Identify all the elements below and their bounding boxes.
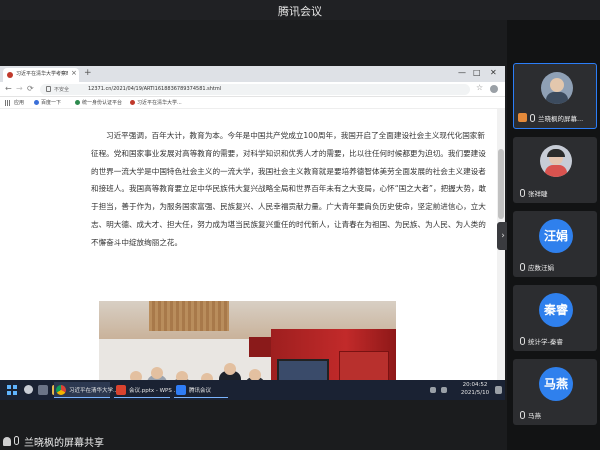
article-paragraph: 习近平强调，百年大计，教育为本。今年是中国共产党成立100周年，我国开启了全面建…	[91, 131, 487, 247]
bookmark-label: 应用	[14, 100, 25, 106]
participant-panel: 兰晓枫的屏幕... 张祥睫 汪娟 应数汪娟 秦睿 统计学-秦睿 马燕 马燕	[507, 20, 600, 450]
participant-tile[interactable]: 马燕 马燕	[513, 359, 597, 425]
taskbar-item-browser[interactable]: 习近平在清华大学...	[54, 382, 118, 398]
participant-avatar: 马燕	[539, 367, 573, 401]
task-view-icon[interactable]	[38, 385, 48, 395]
browser-tab[interactable]: 习近平在清华大学考察时强调 走... ×	[3, 68, 79, 82]
volume-icon[interactable]	[441, 387, 447, 393]
baidu-icon	[34, 100, 39, 105]
participant-name: 兰晓枫的屏幕...	[538, 115, 584, 123]
bookmark-article[interactable]: 习近平在清华大学...	[130, 99, 182, 106]
address-bar[interactable]: 不安全 12371.cn/2021/04/19/ARTI161883678937…	[40, 84, 470, 95]
site-icon	[75, 100, 80, 105]
taskbar-item-label: 腾讯会议	[189, 388, 212, 394]
participant-tile[interactable]: 兰晓枫的屏幕...	[513, 63, 597, 129]
participant-avatar: 秦睿	[539, 293, 573, 327]
back-arrow-icon[interactable]: ←	[5, 84, 12, 93]
participant-name: 统计学-秦睿	[528, 338, 563, 346]
taskbar-item-label: 会议.pptx - WPS ...	[129, 388, 179, 394]
taskbar-date[interactable]: 2021/5/10	[459, 390, 491, 396]
mic-icon[interactable]	[14, 436, 19, 445]
screen-share-label: 兰晓枫的屏幕共享	[24, 438, 104, 449]
participant-tile[interactable]: 汪娟 应数汪娟	[513, 211, 597, 277]
maximize-icon[interactable]: □	[473, 68, 481, 77]
taskbar-time[interactable]: 20:04:52	[459, 382, 491, 388]
new-tab-icon[interactable]: +	[84, 68, 92, 78]
bookmark-label: 习近平在清华大学...	[137, 100, 182, 106]
bookmark-label: 百度一下	[41, 100, 62, 106]
not-secure-icon[interactable]	[46, 86, 51, 92]
mic-muted-icon[interactable]	[520, 337, 525, 345]
participant-label: 张祥睫	[517, 188, 595, 199]
tab-close-icon[interactable]: ×	[71, 69, 77, 77]
site-favicon-icon	[7, 72, 13, 78]
participant-avatar: 汪娟	[539, 219, 573, 253]
tencent-meeting-icon	[176, 385, 186, 395]
participant-avatar	[541, 72, 573, 104]
meeting-title: 腾讯会议	[278, 5, 322, 18]
active-indicator	[54, 396, 110, 398]
mic-muted-icon[interactable]	[520, 411, 525, 419]
participant-avatar	[540, 145, 572, 177]
tencent-meeting-window: 腾讯会议 习近平在清华大学考察时强调 走... × + — □ ✕ ← → ⟳ …	[0, 0, 600, 450]
chrome-icon	[56, 385, 66, 395]
tab-title: 习近平在清华大学考察时强调 走...	[16, 71, 68, 77]
bookmark-apps[interactable]: 应用	[14, 99, 24, 106]
participant-tile[interactable]: 张祥睫	[513, 137, 597, 203]
bookmark-baidu[interactable]: 百度一下	[34, 99, 61, 106]
host-icon	[518, 113, 527, 122]
bookmarks-bar: 应用 百度一下 统一身份认证平台 习近平在清华大学...	[0, 97, 505, 109]
browser-tab-bar: 习近平在清华大学考察时强调 走... × + — □ ✕	[0, 66, 505, 82]
apps-grid-icon[interactable]	[5, 100, 11, 106]
taskbar-item-label: 习近平在清华大学...	[69, 388, 119, 394]
photo-person-head	[224, 363, 236, 375]
participant-name: 应数汪娟	[528, 264, 554, 272]
search-icon[interactable]	[24, 385, 33, 394]
mic-muted-icon[interactable]	[520, 263, 525, 271]
bookmark-auth-platform[interactable]: 统一身份认证平台	[75, 99, 122, 106]
close-window-icon[interactable]: ✕	[490, 68, 497, 77]
participant-label: 兰晓枫的屏幕...	[518, 113, 596, 124]
browser-toolbar: ← → ⟳ 不安全 12371.cn/2021/04/19/ARTI161883…	[0, 82, 505, 97]
windows-start-icon[interactable]	[7, 385, 17, 395]
forward-arrow-icon[interactable]: →	[16, 84, 23, 93]
web-page: 习近平强调，百年大计，教育为本。今年是中国共产党成立100周年，我国开启了全面建…	[0, 109, 505, 400]
site-icon	[130, 100, 135, 105]
participant-tile[interactable]: 秦睿 统计学-秦睿	[513, 285, 597, 351]
open-indicator	[114, 396, 170, 398]
participant-name: 马燕	[528, 412, 541, 420]
reload-icon[interactable]: ⟳	[27, 84, 34, 93]
windows-taskbar: 习近平在清华大学... 会议.pptx - WPS ... 腾讯会议 20:04…	[0, 380, 505, 400]
network-icon[interactable]	[430, 387, 436, 393]
scrollbar-thumb[interactable]	[498, 149, 504, 219]
participant-name: 张祥睫	[528, 190, 548, 198]
security-label[interactable]: 不安全	[54, 86, 69, 93]
mic-muted-icon[interactable]	[520, 189, 525, 197]
photo-wood-panel	[149, 301, 229, 331]
participant-label: 应数汪娟	[517, 262, 595, 273]
taskbar-item-tencent-meeting[interactable]: 腾讯会议	[174, 382, 228, 398]
mic-icon[interactable]	[530, 114, 535, 122]
participant-label: 马燕	[517, 410, 595, 421]
shared-screen: 习近平在清华大学考察时强调 走... × + — □ ✕ ← → ⟳ 不安全 1…	[0, 66, 505, 400]
minimize-icon[interactable]: —	[458, 68, 466, 77]
profile-icon[interactable]	[490, 85, 498, 93]
notification-icon[interactable]	[495, 386, 502, 394]
wps-icon	[116, 385, 126, 395]
open-indicator	[174, 396, 228, 398]
taskbar-item-wps[interactable]: 会议.pptx - WPS ...	[114, 382, 179, 398]
bookmark-label: 统一身份认证平台	[82, 100, 123, 106]
bookmark-star-icon[interactable]: ☆	[476, 83, 483, 92]
participant-label: 统计学-秦睿	[517, 336, 595, 347]
meeting-title-bar: 腾讯会议	[0, 0, 600, 20]
photo-person-head	[151, 367, 163, 379]
url-text[interactable]: 12371.cn/2021/04/19/ARTI1618836789374581…	[88, 86, 221, 92]
user-icon	[3, 437, 11, 446]
sharing-status-bar: 兰晓枫的屏幕共享	[0, 432, 505, 450]
